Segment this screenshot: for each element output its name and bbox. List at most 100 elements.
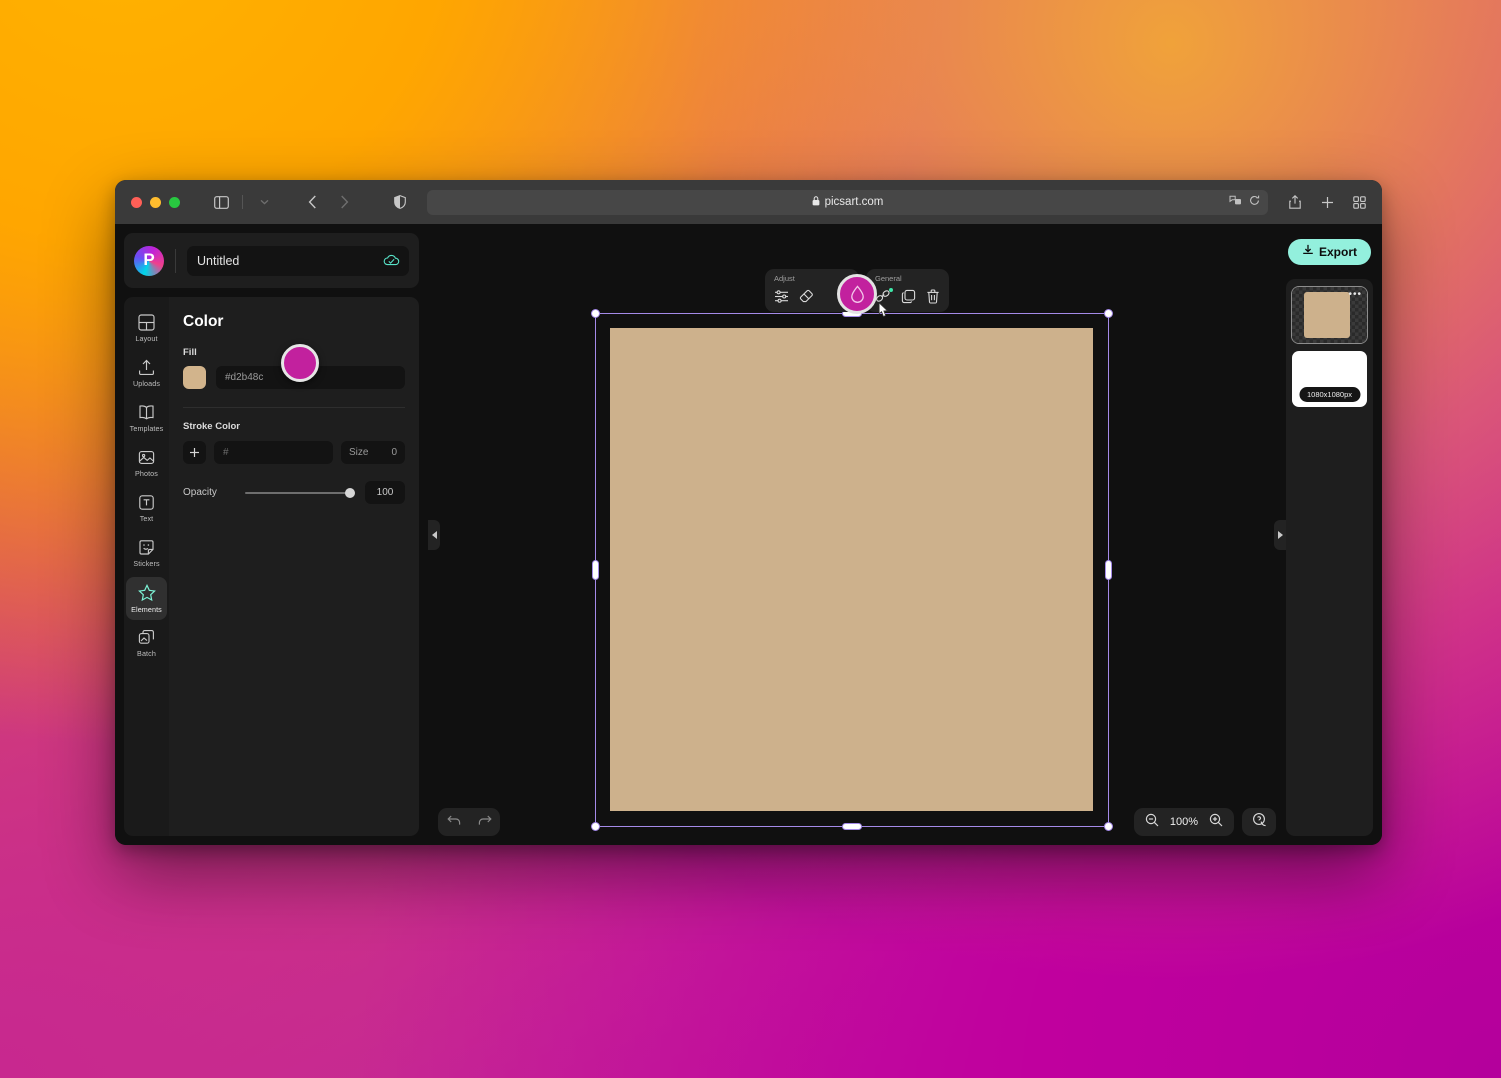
stroke-hex-input[interactable]: # bbox=[214, 441, 333, 464]
resize-handle-right[interactable] bbox=[1105, 560, 1112, 580]
new-tab-icon[interactable] bbox=[1316, 191, 1338, 213]
export-button[interactable]: Export bbox=[1288, 239, 1371, 265]
layer-item-background[interactable]: 1080x1080px bbox=[1292, 351, 1367, 407]
add-stroke-button[interactable] bbox=[183, 441, 206, 464]
help-button[interactable] bbox=[1242, 808, 1276, 836]
stroke-size-label: Size bbox=[349, 447, 368, 458]
right-column: Export ••• 1080x1080px bbox=[1286, 224, 1382, 845]
export-label: Export bbox=[1319, 245, 1357, 259]
sidebar-item-uploads[interactable]: Uploads bbox=[126, 352, 167, 395]
opacity-slider[interactable] bbox=[245, 487, 355, 499]
sidebar-item-batch[interactable]: Batch bbox=[126, 622, 167, 665]
opacity-value-text: 100 bbox=[377, 487, 394, 498]
duplicate-icon[interactable] bbox=[901, 289, 916, 304]
history-controls bbox=[438, 808, 500, 836]
reload-icon[interactable] bbox=[1249, 193, 1260, 211]
tools-and-panel: Layout Uploads Tem bbox=[124, 297, 419, 836]
sidebar-item-stickers[interactable]: Stickers bbox=[126, 532, 167, 575]
opacity-value-input[interactable]: 100 bbox=[365, 481, 405, 504]
layer-item-shape[interactable]: ••• bbox=[1292, 287, 1367, 343]
sidebar-item-label: Uploads bbox=[133, 379, 160, 388]
sidebar-item-label: Elements bbox=[131, 605, 162, 614]
picsart-editor: P Untitled bbox=[115, 224, 1382, 845]
close-window-button[interactable] bbox=[131, 197, 142, 208]
chevron-down-icon[interactable] bbox=[253, 191, 275, 213]
address-bar-actions bbox=[1229, 190, 1260, 215]
share-icon[interactable] bbox=[1284, 191, 1306, 213]
selection-box[interactable] bbox=[595, 313, 1109, 827]
resize-handle-bottom[interactable] bbox=[842, 823, 862, 830]
brand-bar: P Untitled bbox=[124, 233, 419, 288]
lock-icon bbox=[812, 196, 820, 209]
eraser-icon[interactable] bbox=[799, 289, 814, 304]
color-picker-cursor[interactable] bbox=[281, 344, 319, 382]
canvas-stage[interactable]: Adjust bbox=[428, 224, 1286, 845]
forward-button[interactable] bbox=[333, 191, 355, 213]
opacity-slider-knob[interactable] bbox=[345, 488, 355, 498]
adjust-group-label: Adjust bbox=[774, 274, 850, 283]
resize-handle-left[interactable] bbox=[592, 560, 599, 580]
collapse-left-icon bbox=[432, 531, 437, 539]
sliders-icon[interactable] bbox=[774, 289, 789, 304]
sidebar-item-label: Photos bbox=[135, 469, 158, 478]
expand-right-panel-button[interactable] bbox=[1274, 520, 1286, 550]
resize-handle-bottom-right[interactable] bbox=[1104, 822, 1113, 831]
zoom-controls: 100% bbox=[1134, 808, 1234, 836]
left-column: P Untitled bbox=[115, 224, 428, 845]
tool-rail: Layout Uploads Tem bbox=[124, 297, 169, 836]
sidebar-item-text[interactable]: Text bbox=[126, 487, 167, 530]
canvas-size-badge: 1080x1080px bbox=[1299, 387, 1360, 402]
resize-handle-top-left[interactable] bbox=[591, 309, 600, 318]
sidebar-item-label: Text bbox=[140, 514, 154, 523]
privacy-shield-icon[interactable] bbox=[389, 191, 411, 213]
redo-button[interactable] bbox=[478, 813, 492, 831]
sidebar-item-templates[interactable]: Templates bbox=[126, 397, 167, 440]
fill-color-swatch[interactable] bbox=[183, 366, 206, 389]
resize-handle-top-right[interactable] bbox=[1104, 309, 1113, 318]
color-properties-panel: Color Fill #d2b48c Stroke Color bbox=[169, 297, 419, 836]
panel-divider bbox=[183, 407, 405, 408]
zoom-out-icon[interactable] bbox=[1145, 813, 1159, 832]
window-controls[interactable] bbox=[131, 197, 180, 208]
page-title: Color bbox=[183, 313, 405, 331]
export-wrapper: Export bbox=[1286, 233, 1373, 270]
help-chat-icon bbox=[1252, 812, 1267, 832]
sidebar-item-label: Templates bbox=[130, 424, 164, 433]
sidebar-item-photos[interactable]: Photos bbox=[126, 442, 167, 485]
sidebar-item-label: Layout bbox=[135, 334, 157, 343]
resize-handle-bottom-left[interactable] bbox=[591, 822, 600, 831]
sidebar-toggle-icon[interactable] bbox=[210, 191, 232, 213]
expand-right-icon bbox=[1278, 531, 1283, 539]
tab-grid-icon[interactable] bbox=[1348, 191, 1370, 213]
chrome-divider bbox=[242, 195, 243, 209]
opacity-row: Opacity 100 bbox=[183, 481, 405, 504]
extensions-icon[interactable] bbox=[1229, 193, 1242, 211]
link-icon[interactable] bbox=[875, 289, 891, 303]
stroke-size-value: 0 bbox=[391, 447, 397, 458]
address-bar[interactable]: picsart.com bbox=[427, 190, 1268, 215]
back-button[interactable] bbox=[301, 191, 323, 213]
project-title-input[interactable]: Untitled bbox=[187, 246, 409, 276]
collapse-left-panel-button[interactable] bbox=[428, 520, 440, 550]
zoom-in-icon[interactable] bbox=[1209, 813, 1223, 832]
minimize-window-button[interactable] bbox=[150, 197, 161, 208]
sidebar-item-label: Batch bbox=[137, 649, 156, 658]
sidebar-item-elements[interactable]: Elements bbox=[126, 577, 167, 620]
stroke-hex-placeholder: # bbox=[223, 447, 229, 458]
zoom-level-label: 100% bbox=[1170, 816, 1198, 828]
brand-divider bbox=[175, 249, 176, 273]
layers-panel: ••• 1080x1080px bbox=[1286, 279, 1373, 836]
layer-thumbnail-shape bbox=[1304, 292, 1350, 338]
maximize-window-button[interactable] bbox=[169, 197, 180, 208]
color-drop-button[interactable] bbox=[837, 274, 877, 314]
link-status-dot bbox=[889, 288, 893, 292]
undo-button[interactable] bbox=[447, 813, 461, 831]
more-dots-icon[interactable]: ••• bbox=[1348, 290, 1362, 300]
opacity-slider-track bbox=[245, 492, 355, 494]
url-text-group: picsart.com bbox=[812, 196, 884, 209]
trash-icon[interactable] bbox=[926, 289, 940, 304]
picsart-logo[interactable]: P bbox=[134, 246, 164, 276]
sidebar-item-layout[interactable]: Layout bbox=[126, 307, 167, 350]
stroke-size-input[interactable]: Size 0 bbox=[341, 441, 405, 464]
fill-hex-value: #d2b48c bbox=[225, 372, 263, 383]
